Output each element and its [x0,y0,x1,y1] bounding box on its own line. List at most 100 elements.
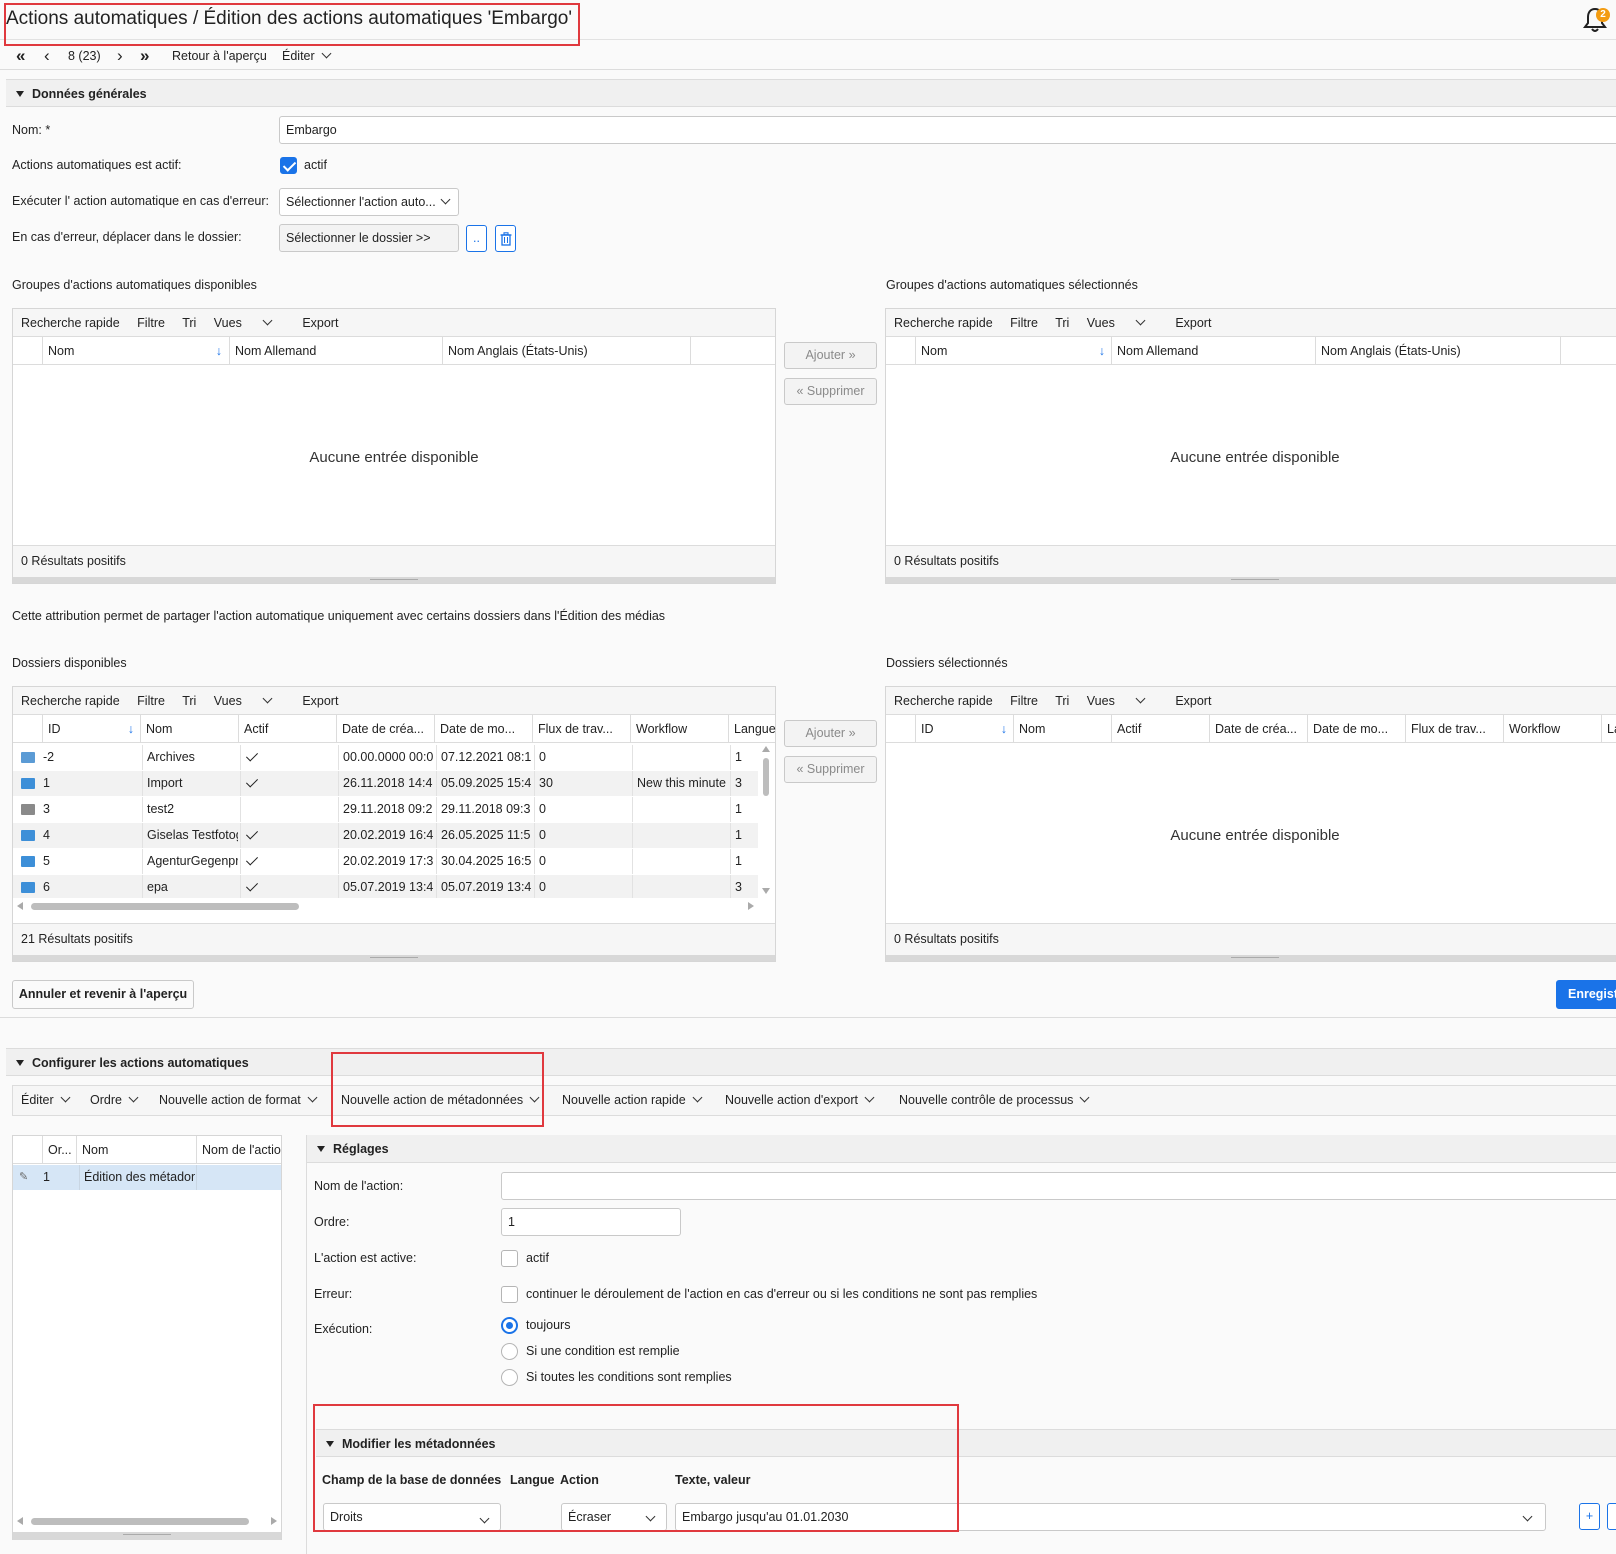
cancel-button[interactable]: Annuler et revenir à l'aperçu [12,980,194,1009]
column-header-name[interactable]: Nom ↓ [915,337,1111,365]
export-button[interactable]: Export [1175,316,1211,330]
order-menu[interactable]: Ordre [90,1086,139,1115]
column-header-id[interactable]: ID ↓ [42,715,140,743]
last-record-icon[interactable]: » [140,42,149,70]
column-header-created[interactable]: Date de créa... [1209,715,1307,743]
settings-header[interactable]: Réglages [307,1135,1616,1163]
column-header-created[interactable]: Date de créa... [336,715,434,743]
remove-row-button[interactable] [1607,1503,1616,1530]
table-row[interactable]: 6 epa 05.07.2019 13:4 05.07.2019 13:4 0 3 [13,875,758,898]
action-name-input[interactable] [501,1172,1616,1200]
column-header-id[interactable]: ID ↓ [915,715,1013,743]
quick-search-button[interactable]: Recherche rapide [894,694,993,708]
column-header-modified[interactable]: Date de mo... [434,715,532,743]
horizontal-scrollbar[interactable] [13,899,758,913]
sort-button[interactable]: Tri [182,316,196,330]
column-header-workflow[interactable]: Workflow [630,715,728,743]
table-row[interactable]: -2 Archives 00.00.0000 00:0 07.12.2021 08:1… [13,745,758,770]
scroll-thumb[interactable] [31,1518,249,1525]
scroll-right-icon[interactable] [748,902,754,910]
table-row[interactable]: 4 Giselas Testfotog 20.02.2019 16:4 26.05.2… [13,823,758,848]
scroll-thumb[interactable] [763,758,769,796]
action-active-checkbox[interactable] [501,1250,518,1267]
quick-search-button[interactable]: Recherche rapide [894,316,993,330]
table-row[interactable]: 5 AgenturGegenpr 20.02.2019 17:3 30.04.2025… [13,849,758,874]
column-header-german[interactable]: Nom Allemand [1111,337,1315,365]
scroll-left-icon[interactable] [17,902,23,910]
edit-menu[interactable]: Éditer [282,42,332,70]
column-header-flow[interactable]: Flux de trav... [1405,715,1503,743]
resize-handle[interactable] [886,955,1616,961]
folders-add-button[interactable]: Ajouter » [784,720,877,747]
column-header-english[interactable]: Nom Anglais (États-Unis) [442,337,690,365]
first-record-icon[interactable]: « [16,42,25,70]
list-item[interactable]: ✎ 1 Édition des métadon [13,1165,281,1190]
filter-button[interactable]: Filtre [1010,316,1038,330]
vertical-scrollbar[interactable] [760,744,774,898]
column-header-name[interactable]: Nom [1013,715,1111,743]
filter-button[interactable]: Filtre [1010,694,1038,708]
column-header-active[interactable]: Actif [238,715,336,743]
column-header-name[interactable]: Nom ↓ [42,337,228,365]
scroll-up-icon[interactable] [762,746,770,752]
notification-bell-icon[interactable]: 2 [1582,6,1610,34]
folders-remove-button[interactable]: « Supprimer [784,756,877,783]
views-menu[interactable]: Vues [1087,693,1158,708]
edit-menu[interactable]: Éditer [21,1086,71,1115]
back-to-overview-link[interactable]: Retour à l'aperçu [172,42,267,70]
active-checkbox[interactable] [280,157,297,174]
resize-handle[interactable] [13,955,775,961]
scroll-down-icon[interactable] [762,888,770,894]
new-export-action-menu[interactable]: Nouvelle action d'export [725,1086,875,1115]
new-format-action-menu[interactable]: Nouvelle action de format [159,1086,318,1115]
export-button[interactable]: Export [302,694,338,708]
name-input[interactable]: Embargo [279,116,1616,144]
column-header-workflow[interactable]: Workflow [1503,715,1601,743]
filter-button[interactable]: Filtre [137,694,165,708]
column-header-english[interactable]: Nom Anglais (États-Unis) [1315,337,1560,365]
quick-search-button[interactable]: Recherche rapide [21,316,120,330]
scroll-thumb[interactable] [31,903,299,910]
column-header-name[interactable]: Nom [76,1136,196,1164]
trash-icon[interactable] [495,225,516,252]
column-header-flow[interactable]: Flux de trav... [532,715,630,743]
views-menu[interactable]: Vues [1087,315,1158,330]
table-row[interactable]: 1 Import 26.11.2018 14:4 05.09.2025 15:4 30 N… [13,771,758,796]
new-quick-action-menu[interactable]: Nouvelle action rapide [562,1086,703,1115]
table-row[interactable]: 3 test2 29.11.2018 09:2 29.11.2018 09:3 0 1 [13,797,758,822]
filter-button[interactable]: Filtre [137,316,165,330]
column-header-language[interactable]: La [1601,715,1616,743]
sort-button[interactable]: Tri [182,694,196,708]
column-header-language[interactable]: Langue [728,715,776,743]
horizontal-scrollbar[interactable] [13,1514,281,1528]
configure-section-header[interactable]: Configurer les actions automatiques [6,1048,1616,1076]
column-header-action-name[interactable]: Nom de l'actio [196,1136,282,1164]
general-section-header[interactable]: Données générales [6,79,1616,107]
sort-button[interactable]: Tri [1055,694,1069,708]
groups-remove-button[interactable]: « Supprimer [784,378,877,405]
execution-all-radio[interactable] [501,1369,518,1386]
export-button[interactable]: Export [1175,694,1211,708]
execution-always-radio[interactable] [501,1317,518,1334]
browse-dots-button[interactable]: .. [466,225,487,252]
error-continue-checkbox[interactable] [501,1286,518,1303]
resize-handle[interactable] [13,577,775,583]
order-input[interactable]: 1 [501,1208,681,1236]
sort-button[interactable]: Tri [1055,316,1069,330]
new-process-control-menu[interactable]: Nouvelle contrôle de processus [899,1086,1090,1115]
select-folder-button[interactable]: Sélectionner le dossier >> [279,224,459,252]
add-row-button[interactable]: + [1579,1503,1600,1530]
views-menu[interactable]: Vues [214,693,285,708]
column-header-active[interactable]: Actif [1111,715,1209,743]
groups-add-button[interactable]: Ajouter » [784,342,877,369]
on-error-select[interactable]: Sélectionner l'action auto... [279,188,459,216]
scroll-left-icon[interactable] [17,1517,23,1525]
column-header-modified[interactable]: Date de mo... [1307,715,1405,743]
quick-search-button[interactable]: Recherche rapide [21,694,120,708]
export-button[interactable]: Export [302,316,338,330]
next-record-icon[interactable]: › [117,42,123,70]
column-header-order[interactable]: Or... [42,1136,76,1164]
resize-handle[interactable] [13,1532,281,1540]
execution-any-radio[interactable] [501,1343,518,1360]
views-menu[interactable]: Vues [214,315,285,330]
